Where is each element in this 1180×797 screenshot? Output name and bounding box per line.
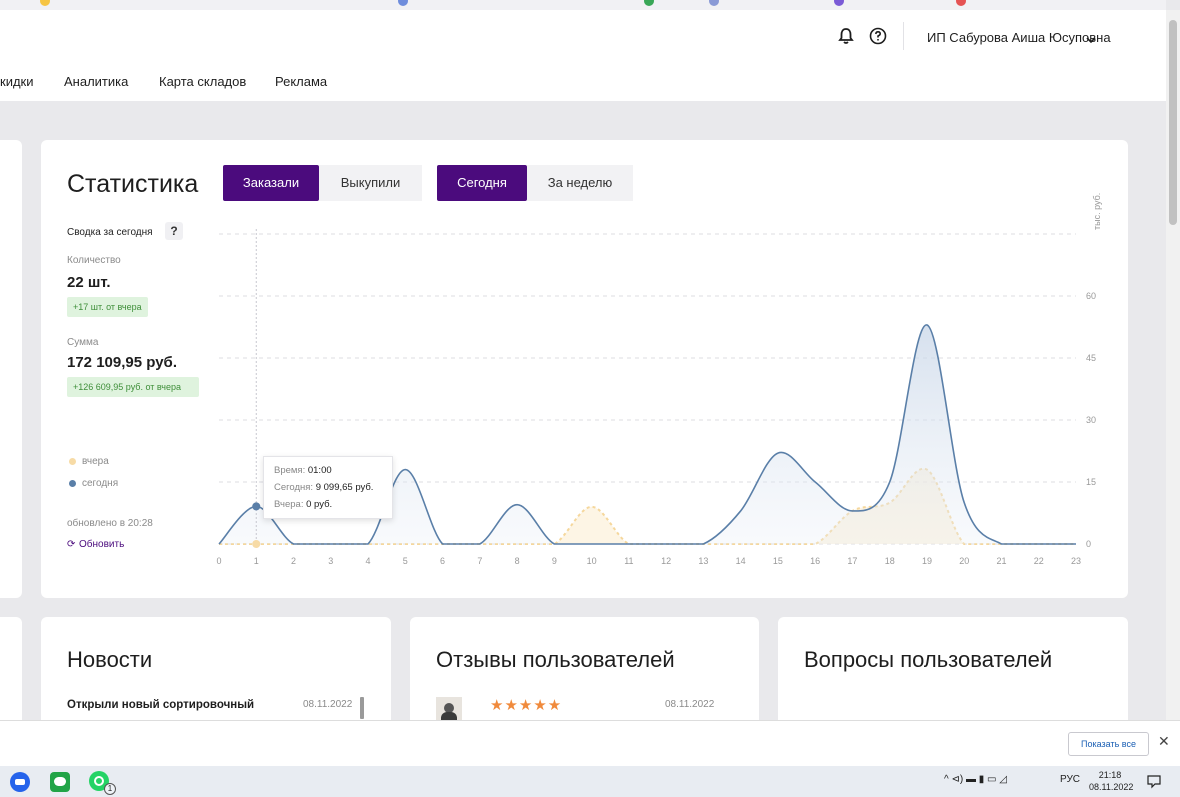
nav-item-warehouse-map[interactable]: Карта складов bbox=[159, 74, 246, 89]
tab-bought-out[interactable]: Выкупили bbox=[319, 165, 422, 201]
updated-time: обновлено в 20:28 bbox=[67, 518, 153, 529]
user-name[interactable]: ИП Сабурова Аиша Юсуповна bbox=[927, 30, 1111, 45]
quantity-delta-badge: +17 шт. от вчера bbox=[67, 297, 148, 317]
tooltip-today-label: Сегодня: bbox=[274, 482, 314, 493]
clock-date: 08.11.2022 bbox=[1089, 782, 1134, 792]
wechat-app-icon[interactable] bbox=[50, 772, 70, 792]
statistics-card: Статистика Заказали Выкупили Сегодня За … bbox=[41, 140, 1128, 598]
tooltip-time-value: 01:00 bbox=[307, 465, 332, 476]
reviews-card: Отзывы пользователей ★★★★★ 08.11.2022 bbox=[410, 617, 759, 727]
news-card: Новости Открыли новый сортировочный 08.1… bbox=[41, 617, 391, 727]
page-scrollbar[interactable] bbox=[1166, 10, 1180, 720]
sum-label: Сумма bbox=[67, 337, 99, 348]
summary-label: Сводка за сегодня bbox=[67, 227, 153, 238]
legend-yesterday-dot bbox=[69, 458, 76, 465]
tooltip-time-label: Время: bbox=[274, 465, 306, 476]
notifications-icon[interactable] bbox=[1146, 773, 1162, 794]
news-title: Новости bbox=[67, 647, 153, 672]
chevron-down-icon[interactable] bbox=[1085, 32, 1097, 50]
download-bar: Показать все ✕ bbox=[0, 720, 1180, 766]
bookmark-icon[interactable] bbox=[40, 0, 50, 6]
scrollbar-thumb[interactable] bbox=[1169, 20, 1177, 225]
y-axis-label: тыс. руб. bbox=[1092, 192, 1102, 230]
clock[interactable]: 21:18 08.11.2022 bbox=[1089, 769, 1134, 793]
legend-today-dot bbox=[69, 480, 76, 487]
news-item-date: 08.11.2022 bbox=[303, 699, 353, 710]
header-divider bbox=[903, 22, 904, 50]
news-item-title[interactable]: Открыли новый сортировочный bbox=[67, 699, 254, 711]
tab-week[interactable]: За неделю bbox=[527, 165, 633, 201]
left-card bbox=[0, 140, 22, 598]
questions-title: Вопросы пользователей bbox=[804, 647, 1053, 672]
nav-item-advertising[interactable]: Реклама bbox=[275, 74, 327, 89]
sum-delta-badge: +126 609,95 руб. от вчера bbox=[67, 377, 199, 397]
tooltip-yesterday-value: 0 руб. bbox=[306, 499, 333, 510]
news-scrollbar[interactable] bbox=[360, 697, 364, 719]
quantity-label: Количество bbox=[67, 255, 121, 266]
tab-today[interactable]: Сегодня bbox=[437, 165, 527, 201]
bookmark-icon[interactable] bbox=[956, 0, 966, 6]
refresh-icon: ⟳ bbox=[67, 539, 76, 550]
bookmark-icon[interactable] bbox=[709, 0, 719, 6]
tooltip-today-value: 9 099,65 руб. bbox=[315, 482, 374, 493]
nav-item-analytics[interactable]: Аналитика bbox=[64, 74, 128, 89]
refresh-label: Обновить bbox=[79, 539, 125, 550]
help-icon[interactable] bbox=[868, 26, 888, 46]
tab-ordered[interactable]: Заказали bbox=[223, 165, 319, 201]
rating-stars: ★★★★★ bbox=[490, 697, 563, 714]
language-indicator[interactable]: РУС bbox=[1060, 774, 1080, 785]
tray-icons[interactable]: ^ ⊲) ▬ ▮ ▭ ◿ bbox=[944, 774, 1007, 785]
chart-tooltip: Время: 01:00 Сегодня: 9 099,65 руб. Вчер… bbox=[263, 456, 393, 519]
bookmarks-bar bbox=[0, 0, 1166, 10]
nav-item-discounts[interactable]: кидки bbox=[0, 74, 33, 89]
zoom-app-icon[interactable] bbox=[10, 772, 30, 792]
notification-badge: 1 bbox=[104, 783, 116, 795]
bookmark-icon[interactable] bbox=[644, 0, 654, 6]
show-all-button[interactable]: Показать все bbox=[1068, 732, 1149, 756]
left-lower-card bbox=[0, 617, 22, 727]
questions-card: Вопросы пользователей bbox=[778, 617, 1128, 727]
bookmark-icon[interactable] bbox=[834, 0, 844, 6]
legend-today-label: сегодня bbox=[82, 478, 119, 489]
close-icon[interactable]: ✕ bbox=[1158, 733, 1170, 750]
sum-value: 172 109,95 руб. bbox=[67, 354, 177, 371]
review-date: 08.11.2022 bbox=[665, 699, 715, 710]
site-header: ИП Сабурова Аиша Юсуповна кидки Аналитик… bbox=[0, 10, 1166, 101]
refresh-button[interactable]: ⟳ Обновить bbox=[67, 539, 124, 550]
legend-yesterday-label: вчера bbox=[82, 456, 109, 467]
clock-time: 21:18 bbox=[1098, 770, 1122, 780]
quantity-value: 22 шт. bbox=[67, 274, 111, 291]
taskbar: 1 ^ ⊲) ▬ ▮ ▭ ◿ РУС 21:18 08.11.2022 bbox=[0, 766, 1180, 797]
tooltip-yesterday-label: Вчера: bbox=[274, 499, 304, 510]
help-button[interactable]: ? bbox=[165, 222, 183, 240]
bell-icon[interactable] bbox=[836, 26, 856, 46]
statistics-title: Статистика bbox=[67, 170, 199, 198]
bookmark-icon[interactable] bbox=[398, 0, 408, 6]
reviews-title: Отзывы пользователей bbox=[436, 647, 675, 672]
